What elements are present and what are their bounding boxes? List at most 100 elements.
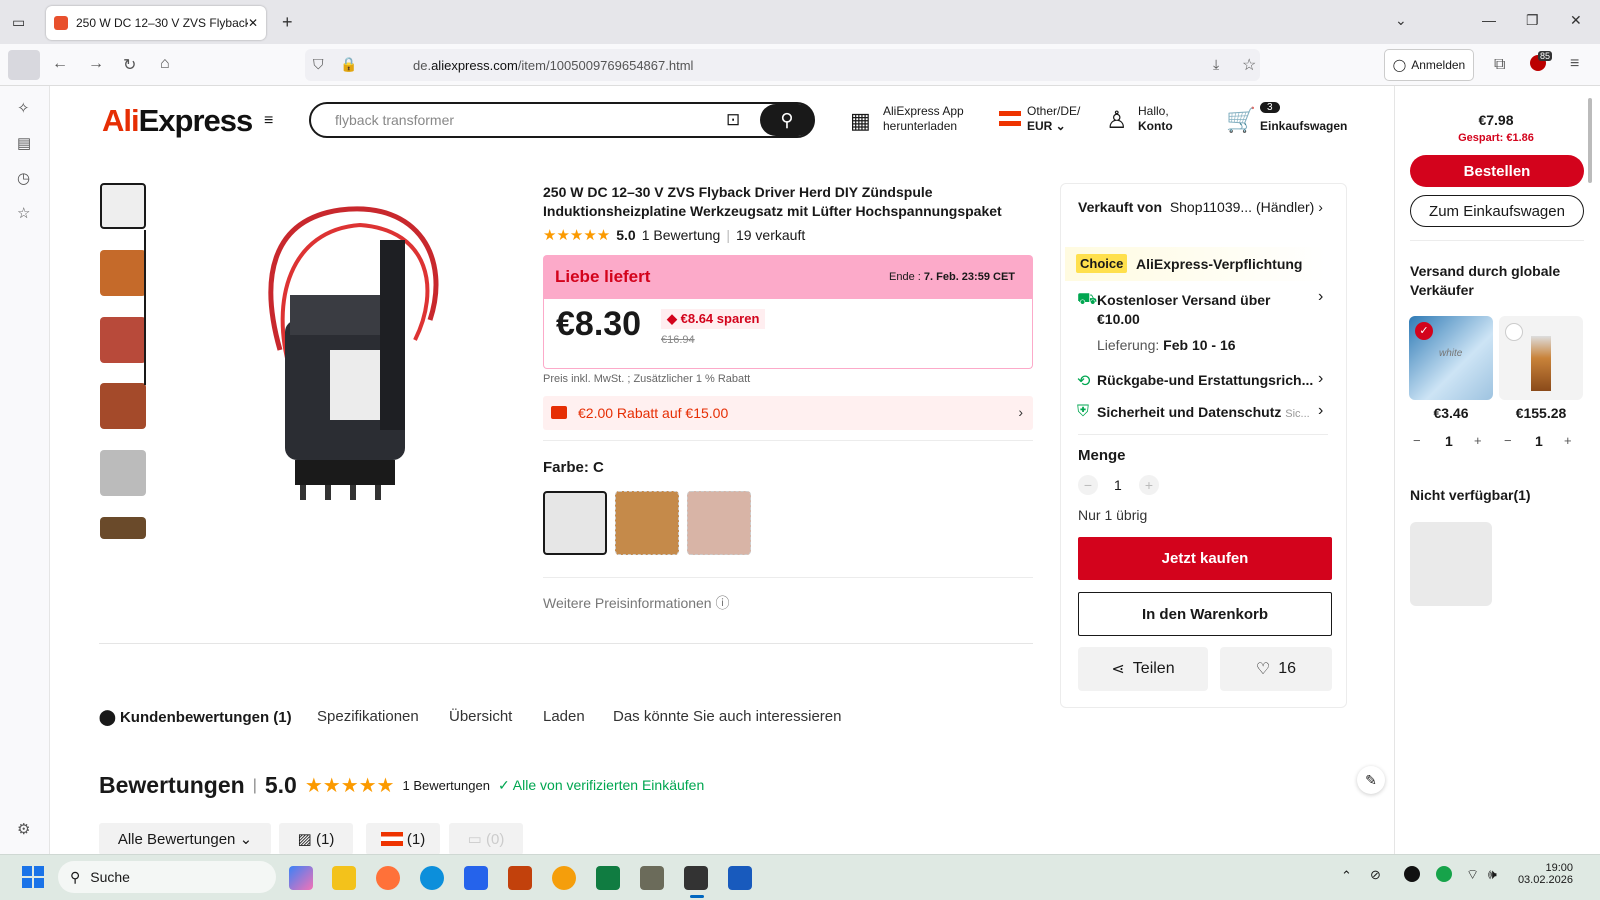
back-icon[interactable]: ←: [52, 55, 68, 73]
close-window-icon[interactable]: ✕: [1570, 12, 1582, 29]
maximize-icon[interactable]: ❐: [1526, 12, 1539, 29]
panel-scrollbar[interactable]: [1588, 98, 1592, 183]
bookmark-star-icon[interactable]: ☆: [1242, 55, 1256, 75]
minimize-icon[interactable]: —: [1482, 12, 1496, 28]
forward-icon[interactable]: →: [88, 55, 104, 73]
thumbnail-scrollbar[interactable]: [144, 230, 146, 385]
cart-icon[interactable]: 🛒: [1226, 106, 1256, 135]
cart-item-qty[interactable]: 1: [1535, 433, 1543, 449]
clock[interactable]: 19:00 03.02.2026: [1517, 862, 1573, 886]
search-button[interactable]: ⚲: [760, 104, 814, 136]
quantity-increase-button[interactable]: +: [1139, 475, 1159, 495]
browser-tab[interactable]: 250 W DC 12–30 V ZVS Flyback ✕: [46, 6, 266, 40]
color-swatch[interactable]: [687, 491, 751, 555]
decrease-icon[interactable]: −: [1504, 433, 1512, 448]
chevron-right-icon[interactable]: ›: [1318, 288, 1323, 306]
url-bar[interactable]: de. aliexpress.com/item/1005009769654867.…: [305, 49, 1260, 81]
cart-item-qty[interactable]: 1: [1445, 433, 1453, 449]
filter-comments[interactable]: ▭ (0): [449, 823, 523, 855]
checkbox-checked-icon[interactable]: ✓: [1415, 322, 1433, 340]
gimp-icon[interactable]: [640, 866, 664, 890]
account-link[interactable]: Hallo, Konto: [1138, 104, 1173, 134]
category-menu-icon[interactable]: ≡: [264, 112, 273, 130]
reload-icon[interactable]: ↻: [123, 55, 136, 75]
qr-code-icon[interactable]: ▦: [850, 108, 871, 134]
share-button[interactable]: ⋖ Teilen: [1078, 647, 1208, 691]
volume-icon[interactable]: 🕪: [1488, 866, 1497, 883]
more-price-info-link[interactable]: Weitere Preisinformationen ⓘ: [543, 593, 730, 613]
filter-country[interactable]: (1): [366, 823, 440, 855]
color-swatch[interactable]: [615, 491, 679, 555]
save-page-icon[interactable]: ⤓: [1213, 56, 1219, 73]
security-row[interactable]: Sicherheit und Datenschutz Sic...: [1097, 404, 1310, 420]
wifi-icon[interactable]: ⌔: [1466, 866, 1479, 884]
chevron-down-icon[interactable]: ⌄: [1395, 12, 1407, 29]
rating-row[interactable]: ★★★★★ 5.0 1 Bewertung | 19 verkauft: [543, 226, 805, 244]
region-selector[interactable]: Other/DE/EUR ⌄: [1027, 104, 1080, 134]
product-thumbnail[interactable]: [100, 317, 146, 363]
filter-photos[interactable]: ▨ (1): [279, 823, 353, 855]
coupon-banner[interactable]: €2.00 Rabatt auf €15.00 ›: [543, 396, 1033, 430]
shield-icon[interactable]: ⛉: [313, 56, 324, 73]
chevron-right-icon[interactable]: ›: [1318, 370, 1323, 388]
go-to-cart-button[interactable]: Zum Einkaufswagen: [1410, 195, 1584, 227]
menu-icon[interactable]: ≡: [1570, 55, 1579, 73]
tray-chevron-icon[interactable]: ⌃: [1341, 868, 1352, 884]
app-download-link[interactable]: AliExpress App herunterladen: [883, 104, 964, 134]
extensions-icon[interactable]: ⧉: [1494, 56, 1505, 74]
windows-start-icon[interactable]: [22, 866, 44, 888]
tray-icon[interactable]: ⊘: [1370, 867, 1381, 883]
tray-app-icon[interactable]: [1404, 866, 1420, 882]
chevron-right-icon[interactable]: ›: [1318, 402, 1323, 420]
filter-all-reviews[interactable]: Alle Bewertungen ⌄: [99, 823, 271, 855]
app-icon[interactable]: [508, 866, 532, 890]
add-to-cart-button[interactable]: In den Warenkorb: [1078, 592, 1332, 636]
synced-tabs-icon[interactable]: ▤: [17, 134, 31, 152]
taskbar-search[interactable]: ⚲ Suche: [58, 861, 276, 893]
tab-store[interactable]: Laden: [543, 708, 585, 725]
product-thumbnail[interactable]: [100, 183, 146, 229]
product-thumbnail[interactable]: [100, 383, 146, 429]
word-icon[interactable]: [728, 866, 752, 890]
shipping-info[interactable]: Kostenloser Versand über €10.00: [1097, 291, 1271, 329]
unavailable-item-image[interactable]: [1410, 522, 1492, 606]
tab-specifications[interactable]: Spezifikationen: [317, 708, 419, 725]
settings-gear-icon[interactable]: ⚙: [17, 820, 30, 838]
excel-icon[interactable]: [596, 866, 620, 890]
user-icon[interactable]: ♙: [1106, 106, 1128, 135]
lock-icon[interactable]: 🔒: [340, 56, 357, 73]
new-tab-icon[interactable]: +: [282, 12, 293, 33]
increase-icon[interactable]: +: [1474, 433, 1482, 448]
copilot-icon[interactable]: [289, 866, 313, 890]
tab-reviews[interactable]: ⬤ Kundenbewertungen (1): [99, 708, 292, 726]
qr-app-icon[interactable]: [684, 866, 708, 890]
tab-overview[interactable]: Übersicht: [449, 708, 512, 725]
image-search-icon[interactable]: ⊡: [726, 110, 740, 130]
photos-icon[interactable]: [552, 866, 576, 890]
signin-button[interactable]: ◯ Anmelden: [1384, 49, 1474, 81]
store-icon[interactable]: [464, 866, 488, 890]
tab-recommendations[interactable]: Das könnte Sie auch interessieren: [613, 708, 841, 725]
product-thumbnail[interactable]: [100, 250, 146, 296]
aliexpress-logo[interactable]: AliExpress: [102, 103, 253, 139]
security-tray-icon[interactable]: [1436, 866, 1452, 882]
close-tab-icon[interactable]: ✕: [248, 16, 258, 30]
product-thumbnail[interactable]: [100, 517, 146, 539]
wishlist-button[interactable]: ♡ 16: [1220, 647, 1332, 691]
quantity-value[interactable]: 1: [1114, 477, 1122, 493]
returns-policy[interactable]: Rückgabe-und Erstattungsrich...: [1097, 372, 1313, 388]
edit-pencil-icon[interactable]: ✎: [1357, 766, 1385, 794]
seller-row[interactable]: Verkauft von Shop11039... (Händler) ›: [1078, 199, 1328, 215]
checkbox-unchecked-icon[interactable]: [1505, 323, 1523, 341]
decrease-icon[interactable]: −: [1413, 433, 1421, 448]
order-button[interactable]: Bestellen: [1410, 155, 1584, 187]
increase-icon[interactable]: +: [1564, 433, 1572, 448]
color-swatch-c[interactable]: [543, 491, 607, 555]
cart-label[interactable]: Einkaufswagen: [1260, 119, 1347, 134]
bookmarks-icon[interactable]: ☆: [17, 204, 30, 222]
buy-now-button[interactable]: Jetzt kaufen: [1078, 537, 1332, 580]
tab-list-icon[interactable]: ▭: [12, 14, 25, 31]
ai-chat-icon[interactable]: ✧: [17, 99, 30, 117]
edge-icon[interactable]: [420, 866, 444, 890]
sidebar-toggle-icon[interactable]: [8, 50, 40, 80]
